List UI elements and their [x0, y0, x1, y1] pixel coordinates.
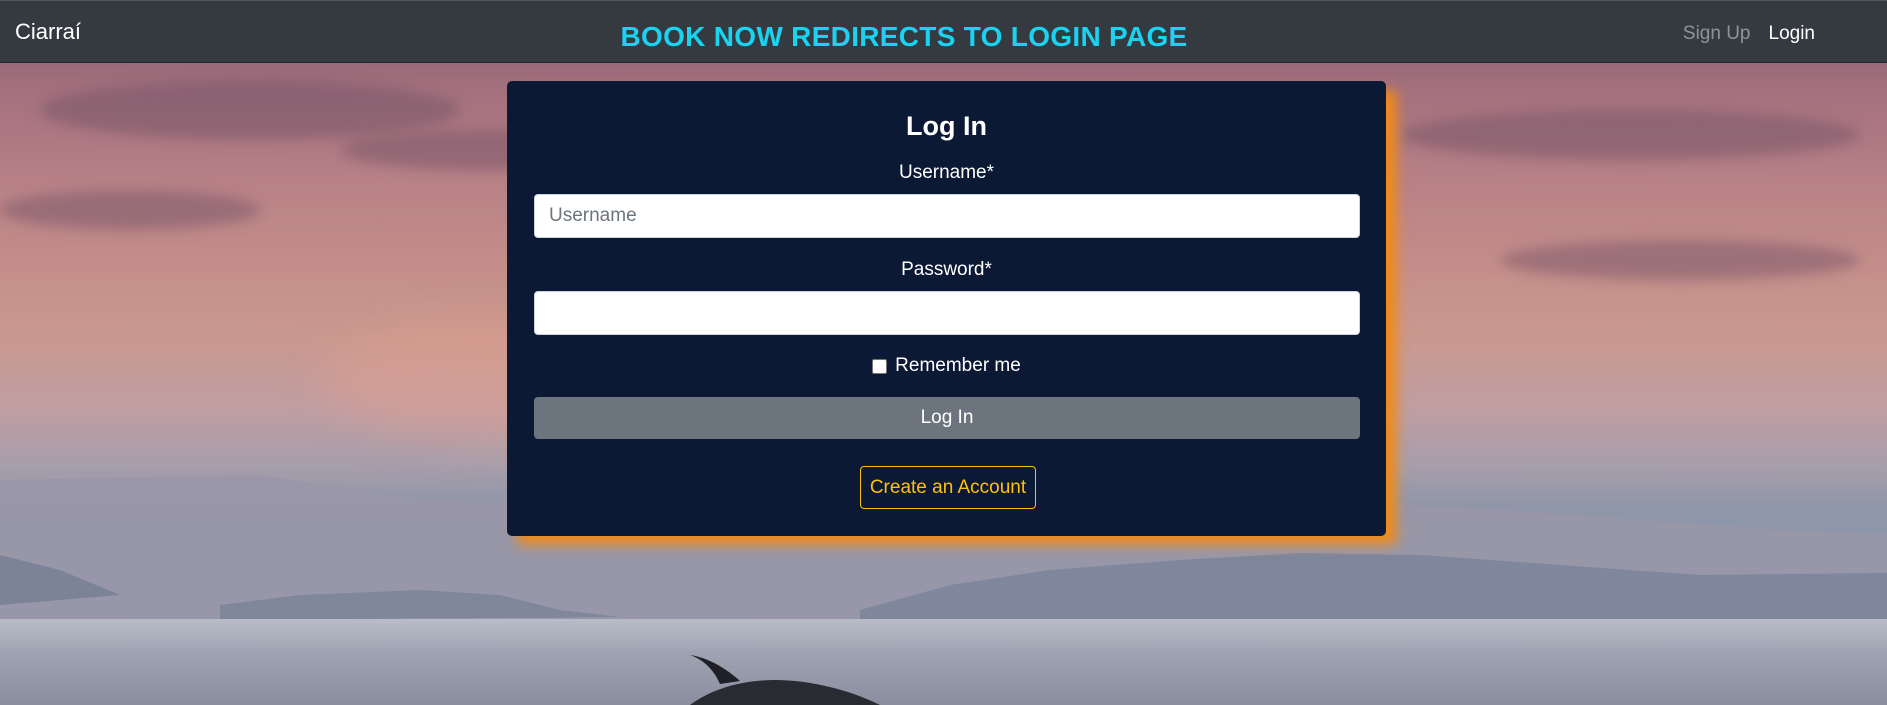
remember-me-label[interactable]: Remember me — [895, 355, 1021, 377]
password-label: Password* — [901, 259, 992, 280]
login-title: Log In — [906, 111, 987, 141]
banner-heading: BOOK NOW REDIRECTS TO LOGIN PAGE — [620, 21, 1188, 52]
dolphin-icon — [690, 655, 880, 705]
cloud — [40, 80, 460, 140]
nav-link-login[interactable]: Login — [1769, 23, 1816, 45]
sea — [0, 619, 1887, 705]
nav-link-sign-up[interactable]: Sign Up — [1683, 23, 1751, 45]
remember-me-row: Remember me — [508, 355, 1385, 377]
top-navbar: Ciarraí BOOK NOW REDIRECTS TO LOGIN PAGE… — [0, 0, 1887, 63]
username-label: Username* — [898, 162, 995, 183]
password-input[interactable] — [534, 291, 1360, 335]
remember-me-checkbox[interactable] — [872, 358, 888, 374]
cloud — [0, 190, 260, 230]
cloud — [1500, 240, 1860, 280]
username-input[interactable] — [534, 194, 1360, 238]
login-card: Log In Username* Password* Remember me L… — [507, 81, 1386, 536]
cloud — [1400, 110, 1860, 160]
create-account-button[interactable]: Create an Account — [860, 466, 1036, 509]
nav-links: Sign Up Login — [1683, 23, 1815, 45]
login-submit-button[interactable]: Log In — [534, 397, 1360, 439]
